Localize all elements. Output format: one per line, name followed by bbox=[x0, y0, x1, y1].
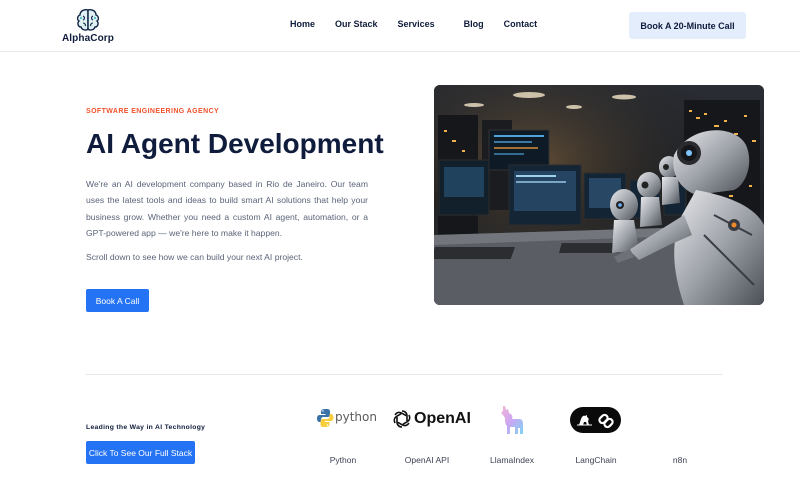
nav-our-stack[interactable]: Our Stack bbox=[335, 19, 378, 29]
tool-llamaindex[interactable] bbox=[499, 405, 525, 435]
tool-caption-llamaindex: LlamaIndex bbox=[490, 455, 534, 465]
tool-caption-n8n: n8n bbox=[672, 455, 688, 465]
main-nav: Home Our Stack Services Blog Contact bbox=[290, 19, 537, 29]
robots-in-server-room-photo bbox=[434, 85, 764, 305]
hero-eyebrow: SOFTWARE ENGINEERING AGENCY bbox=[86, 108, 220, 115]
nav-contact[interactable]: Contact bbox=[504, 19, 538, 29]
tool-python[interactable]: python bbox=[316, 406, 377, 430]
full-stack-button[interactable]: Click To See Our Full Stack bbox=[86, 441, 195, 464]
page-title: AI Agent Development bbox=[86, 128, 384, 159]
book-call-header-button[interactable]: Book A 20-Minute Call bbox=[629, 12, 746, 39]
llama-logo-icon bbox=[501, 406, 523, 434]
tool-caption-openai: OpenAI API bbox=[404, 455, 450, 465]
scroll-note: Scroll down to see how we can build your… bbox=[86, 252, 303, 262]
hero-description: We're an AI development company based in… bbox=[86, 179, 368, 238]
python-logo-text: python bbox=[335, 410, 377, 424]
logo-text: AlphaCorp bbox=[61, 33, 114, 44]
langchain-logo-icon bbox=[570, 407, 621, 433]
nav-home[interactable]: Home bbox=[290, 19, 315, 29]
site-header: AlphaCorp Home Our Stack Services Blog C… bbox=[0, 0, 800, 52]
stack-label: Leading the Way in AI Technology bbox=[86, 424, 206, 431]
tool-caption-python: Python bbox=[329, 455, 357, 465]
book-call-button[interactable]: Book A Call bbox=[86, 289, 149, 312]
nav-blog[interactable]: Blog bbox=[464, 19, 484, 29]
logo[interactable]: AlphaCorp bbox=[60, 8, 116, 44]
hero-image bbox=[434, 85, 764, 305]
brain-logo-icon bbox=[76, 9, 100, 31]
tool-langchain[interactable] bbox=[570, 407, 621, 433]
section-divider bbox=[86, 374, 722, 375]
tool-n8n[interactable] bbox=[660, 410, 700, 430]
tool-openai[interactable]: OpenAI bbox=[392, 409, 471, 431]
tool-caption-langchain: LangChain bbox=[575, 455, 617, 465]
openai-logo-icon bbox=[393, 410, 411, 428]
openai-logo-text: OpenAI bbox=[414, 410, 471, 427]
nav-services[interactable]: Services bbox=[398, 19, 435, 29]
n8n-logo-icon bbox=[660, 410, 700, 430]
